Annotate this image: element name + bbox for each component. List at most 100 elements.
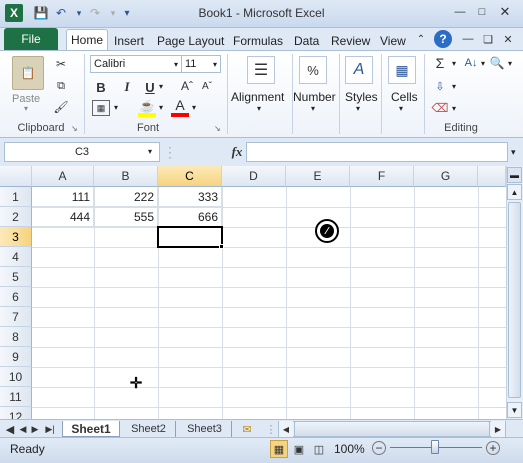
tab-formulas[interactable]: Formulas xyxy=(229,31,287,50)
active-cell-c3[interactable] xyxy=(157,226,223,248)
font-launcher-icon[interactable]: ↘ xyxy=(214,124,221,133)
row-header-active[interactable]: 3 xyxy=(0,227,32,247)
number-button[interactable]: Number xyxy=(293,90,336,104)
normal-view-icon[interactable]: ▦ xyxy=(270,440,288,458)
percent-icon[interactable]: % xyxy=(299,56,327,84)
minimize-ribbon-icon[interactable]: ⌃ xyxy=(414,32,428,46)
name-box-dropdown-icon[interactable]: ▾ xyxy=(148,147,152,156)
underline-button[interactable]: U xyxy=(142,78,158,96)
copy-icon[interactable]: ⧉ xyxy=(52,78,70,94)
sort-filter-icon[interactable]: A↓ xyxy=(462,55,480,71)
tab-data[interactable]: Data xyxy=(290,31,323,50)
zoom-slider-thumb[interactable] xyxy=(431,440,439,454)
worksheet-grid[interactable]: A B C D E F G 1 2 3 4 5 6 7 8 9 10 11 12… xyxy=(0,166,523,419)
cells-button[interactable]: Cells xyxy=(391,90,418,104)
zoom-in-icon[interactable]: + xyxy=(486,441,500,455)
styles-dropdown-icon[interactable]: ▾ xyxy=(356,104,360,113)
number-dropdown-icon[interactable]: ▾ xyxy=(311,104,315,113)
borders-dropdown-icon[interactable]: ▾ xyxy=(114,103,118,112)
tab-page-layout[interactable]: Page Layout xyxy=(153,31,228,50)
close-icon[interactable]: ✕ xyxy=(497,4,513,19)
minimize-icon[interactable]: — xyxy=(452,5,468,19)
font-name-dropdown-icon[interactable]: ▾ xyxy=(174,60,178,69)
tab-review[interactable]: Review xyxy=(327,31,374,50)
sheet-tab-sheet3[interactable]: Sheet3 xyxy=(178,421,232,437)
scroll-right-icon[interactable]: ▶ xyxy=(491,421,505,437)
cells-dropdown-icon[interactable]: ▾ xyxy=(399,104,403,113)
help-icon[interactable]: ? xyxy=(434,30,452,48)
cut-icon[interactable]: ✂ xyxy=(52,56,70,72)
select-all-corner[interactable] xyxy=(0,166,32,187)
font-name-box[interactable]: Calibri ▾ xyxy=(90,55,182,73)
prev-sheet-icon[interactable]: ◀ xyxy=(18,421,28,437)
scroll-down-icon[interactable]: ▼ xyxy=(507,402,522,418)
formula-input[interactable] xyxy=(246,142,508,162)
row-header[interactable]: 6 xyxy=(0,287,32,307)
expand-formula-bar-icon[interactable]: ▾ xyxy=(511,147,516,158)
clipboard-launcher-icon[interactable]: ↘ xyxy=(71,124,78,133)
tab-split-handle[interactable]: ⋮ xyxy=(266,421,277,437)
column-header-active[interactable]: C xyxy=(158,166,222,187)
font-size-box[interactable]: 11 ▾ xyxy=(181,55,221,73)
paste-dropdown-icon[interactable]: ▾ xyxy=(24,104,28,113)
find-select-icon[interactable]: 🔍 xyxy=(488,55,506,71)
decrease-font-icon[interactable]: Aˇ xyxy=(199,78,215,94)
increase-font-icon[interactable]: Aˆ xyxy=(179,78,195,94)
workbook-restore-icon[interactable]: ❏ xyxy=(480,32,496,46)
zoom-out-icon[interactable]: − xyxy=(372,441,386,455)
sort-filter-dropdown-icon[interactable]: ▾ xyxy=(481,59,485,68)
column-header[interactable]: F xyxy=(350,166,414,187)
underline-dropdown-icon[interactable]: ▾ xyxy=(159,82,163,91)
clear-dropdown-icon[interactable]: ▾ xyxy=(452,104,456,113)
tab-home[interactable]: Home xyxy=(66,29,109,50)
horizontal-scroll-thumb[interactable] xyxy=(294,421,490,437)
first-sheet-icon[interactable]: ◀​ xyxy=(4,421,16,437)
column-header[interactable]: G xyxy=(414,166,478,187)
zoom-level[interactable]: 100% xyxy=(334,442,365,456)
paste-icon[interactable]: 📋 xyxy=(12,56,44,90)
column-header[interactable]: D xyxy=(222,166,286,187)
alignment-dropdown-icon[interactable]: ▾ xyxy=(257,104,261,113)
alignment-button[interactable]: Alignment xyxy=(231,90,284,104)
row-header[interactable]: 8 xyxy=(0,327,32,347)
font-color-icon[interactable]: A xyxy=(171,97,189,113)
page-break-view-icon[interactable]: ◫ xyxy=(310,440,328,458)
format-painter-icon[interactable]: 🖌 xyxy=(52,99,70,115)
autosum-icon[interactable]: Σ xyxy=(432,55,448,71)
maximize-icon[interactable]: □ xyxy=(474,5,490,19)
workbook-minimize-icon[interactable]: — xyxy=(460,32,476,46)
tab-insert[interactable]: Insert xyxy=(110,31,148,50)
styles-icon[interactable]: A xyxy=(345,56,373,84)
italic-button[interactable]: I xyxy=(118,78,136,96)
cells-icon[interactable]: ▦ xyxy=(388,56,416,84)
row-header[interactable]: 2 xyxy=(0,207,32,227)
vertical-scroll-thumb[interactable] xyxy=(508,202,521,398)
scroll-up-icon[interactable]: ▲ xyxy=(507,184,522,200)
formula-bar-grip-icon[interactable]: ⋮ xyxy=(163,142,177,162)
bold-button[interactable]: B xyxy=(92,78,110,96)
borders-icon[interactable]: ▦ xyxy=(92,100,110,116)
row-header[interactable]: 12 xyxy=(0,407,32,419)
page-layout-view-icon[interactable]: ▣ xyxy=(290,440,308,458)
font-color-dropdown-icon[interactable]: ▾ xyxy=(192,103,196,112)
fill-dropdown-icon[interactable]: ▾ xyxy=(452,82,456,91)
row-header[interactable]: 5 xyxy=(0,267,32,287)
scroll-split-icon[interactable]: ▬ xyxy=(507,167,522,183)
name-box[interactable]: C3 xyxy=(4,142,160,162)
fill-color-dropdown-icon[interactable]: ▾ xyxy=(159,103,163,112)
find-select-dropdown-icon[interactable]: ▾ xyxy=(508,59,512,68)
insert-sheet-icon[interactable]: ✉ xyxy=(236,421,258,437)
column-header-overflow[interactable] xyxy=(478,166,506,187)
fill-icon[interactable]: ⇩ xyxy=(432,78,448,94)
row-header[interactable]: 11 xyxy=(0,387,32,407)
insert-function-button[interactable]: fx xyxy=(228,143,246,161)
row-header[interactable]: 10 xyxy=(0,367,32,387)
sheet-tab-sheet2[interactable]: Sheet2 xyxy=(122,421,176,437)
last-sheet-icon[interactable]: ▶| xyxy=(44,421,56,437)
autosum-dropdown-icon[interactable]: ▾ xyxy=(452,59,456,68)
column-header[interactable]: E xyxy=(286,166,350,187)
fill-color-icon[interactable]: ☕ xyxy=(138,98,156,114)
fill-handle[interactable] xyxy=(219,244,224,249)
alignment-icon[interactable]: ☰ xyxy=(247,56,275,84)
file-tab[interactable]: File xyxy=(4,28,58,50)
